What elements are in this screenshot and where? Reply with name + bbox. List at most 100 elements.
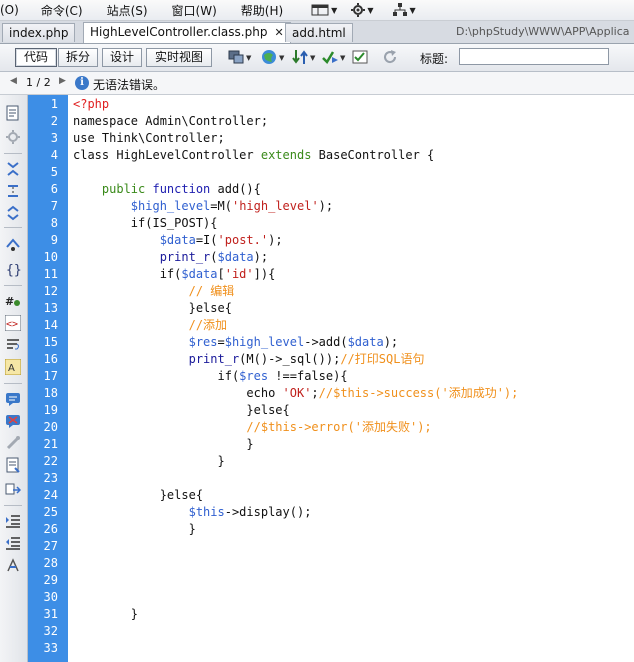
apply-comment-icon[interactable] [5,391,21,407]
prev-arrow-icon[interactable]: ◀ [10,76,17,86]
code-line[interactable]: print_r(M()->_sql());//打印SQL语句 [73,351,425,368]
code-token: if( [73,267,182,281]
menu-item-format[interactable]: (O) [0,3,29,17]
format-source-icon[interactable] [5,557,21,573]
chevron-down-icon[interactable]: ▼ [310,54,315,62]
code-token: ->add( [304,335,348,349]
remove-comment-icon[interactable] [5,413,21,429]
menu-item-window[interactable]: 窗口(W) [172,2,227,19]
balance-braces-icon[interactable]: {} [5,261,21,277]
select-parent-tag-icon[interactable] [5,237,21,253]
code-editor[interactable]: <?php namespace Admin\Controller; use Thin… [68,95,634,662]
code-line[interactable]: echo 'OK';//$this->success('添加成功'); [73,385,518,402]
code-token: //$this->success('添加成功'); [318,386,519,400]
validate-icon[interactable] [322,49,338,65]
outdent-code-icon[interactable] [5,535,21,551]
info-icon: i [75,76,89,90]
code-line[interactable]: $res=$high_level->add($data); [73,334,399,351]
layout-menu-button[interactable]: ▼ [311,4,337,16]
code-line[interactable]: $data=I('post.'); [73,232,283,249]
code-line[interactable]: if($res !==false){ [73,368,348,385]
multiscreen-icon[interactable] [228,49,244,65]
globe-preview-icon[interactable] [261,49,277,65]
line-number: 12 [43,284,58,298]
syntax-status-message: 无语法错误。 [93,78,166,92]
code-line[interactable]: //$this->error('添加失败'); [73,419,431,436]
refresh-icon[interactable] [382,49,398,65]
chevron-down-icon[interactable]: ▼ [340,54,345,62]
live-view-button[interactable]: 实时视图 [146,48,212,67]
code-line[interactable]: } [73,521,196,538]
tab-add-html[interactable]: add.html [285,23,353,42]
split-view-button[interactable]: 拆分 [58,48,98,67]
line-number: 33 [43,641,58,655]
close-icon[interactable]: ✕ [274,26,283,39]
recent-snippets-icon[interactable] [5,457,21,473]
code-token: !==false){ [268,369,348,383]
code-line[interactable]: if($data['id']){ [73,266,276,283]
line-number: 28 [43,556,58,570]
svg-text:{}: {} [6,263,21,277]
code-line[interactable]: <?php [73,96,109,113]
menu-item-site[interactable]: 站点(S) [107,2,158,19]
code-line[interactable]: //添加 [73,317,227,334]
tab-index-php[interactable]: index.php [2,23,76,42]
code-line[interactable]: } [73,453,224,470]
title-input[interactable] [459,48,609,65]
tab-highlevelcontroller[interactable]: HighLevelController.class.php ✕ [83,22,291,43]
highlight-invalid-code-icon[interactable]: <> [5,315,21,331]
divider [4,505,22,506]
code-line[interactable]: public function add(){ [73,181,261,198]
chevron-down-icon[interactable]: ▼ [279,54,284,62]
code-line[interactable]: } [73,606,138,623]
code-line[interactable]: class HighLevelController extends BaseCo… [73,147,434,164]
code-token: } [73,437,254,451]
code-token: print_r [159,250,211,264]
expand-all-icon[interactable] [5,205,21,221]
document-tab-bar: index.php HighLevelController.class.php ✕… [0,21,634,44]
line-number: 32 [43,624,58,638]
code-token: add(){ [217,182,261,196]
open-documents-icon[interactable] [5,105,21,121]
code-line[interactable]: use Think\Controller; [73,130,225,147]
code-line[interactable]: print_r($data); [73,249,268,266]
file-transfer-icon[interactable] [292,49,308,65]
code-line[interactable]: if(IS_POST){ [73,215,218,232]
svg-text:<>: <> [6,319,18,330]
code-line[interactable]: }else{ [73,487,203,504]
code-line[interactable]: $this->display(); [73,504,312,521]
code-line[interactable]: // 编辑 [73,283,235,300]
syntax-error-info-icon[interactable]: A [5,359,21,375]
line-number: 1 [50,97,58,111]
menu-item-help[interactable]: 帮助(H) [241,2,293,19]
chevron-down-icon[interactable]: ▼ [246,54,251,62]
check-page-icon[interactable] [352,49,368,65]
site-menu-button[interactable]: ▼ [393,3,416,17]
line-numbers-icon[interactable]: # [5,293,21,309]
code-line[interactable]: }else{ [73,402,290,419]
code-line[interactable]: }else{ [73,300,232,317]
indent-code-icon[interactable] [5,513,21,529]
code-token: $res [188,335,218,349]
word-wrap-icon[interactable] [5,337,21,353]
wrap-tag-icon[interactable] [5,435,21,451]
move-css-icon[interactable] [5,481,21,497]
collapse-selection-icon[interactable] [5,183,21,199]
extend-menu-button[interactable]: ▼ [351,3,373,17]
collapse-tag-icon[interactable] [5,161,21,177]
code-view-button[interactable]: 代码 [15,48,57,67]
line-number: 3 [50,131,58,145]
gear-icon[interactable] [5,129,21,145]
menu-item-commands[interactable]: 命令(C) [41,2,93,19]
code-token: ); [318,199,334,213]
code-line[interactable]: namespace Admin\Controller; [73,113,268,130]
code-token: }else{ [73,403,290,417]
code-line[interactable]: $high_level=M('high_level'); [73,198,333,215]
code-line[interactable]: } [73,436,254,453]
code-token: ); [268,233,283,247]
next-arrow-icon[interactable]: ▶ [59,76,66,86]
line-number: 30 [43,590,58,604]
design-view-button[interactable]: 设计 [102,48,142,67]
